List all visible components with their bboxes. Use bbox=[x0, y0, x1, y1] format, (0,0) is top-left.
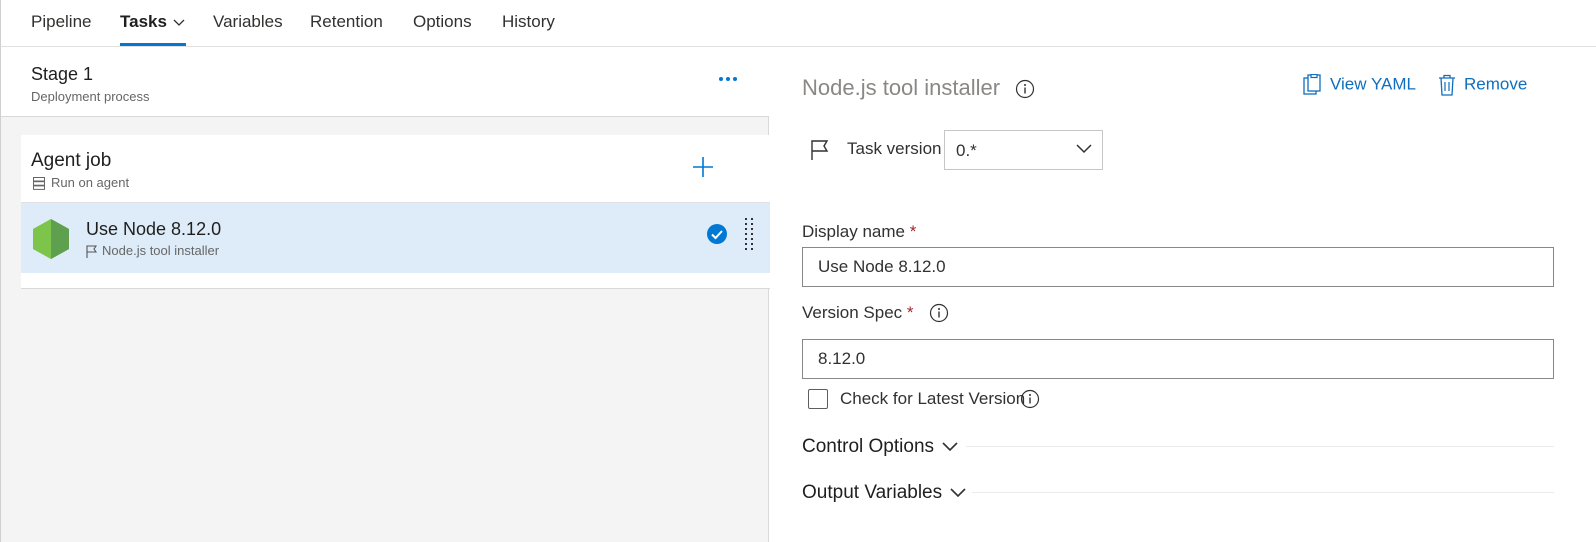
version-spec-input[interactable]: 8.12.0 bbox=[802, 339, 1554, 379]
stage-title: Stage 1 bbox=[31, 64, 94, 84]
section-divider bbox=[966, 446, 1554, 447]
info-icon[interactable] bbox=[1015, 79, 1035, 104]
task-item-use-node[interactable]: Use Node 8.12.0 Node.js tool installer bbox=[21, 203, 770, 273]
tab-history[interactable]: History bbox=[502, 12, 555, 32]
tab-options[interactable]: Options bbox=[413, 12, 472, 32]
check-circle-icon bbox=[706, 223, 728, 250]
stage-header[interactable]: Stage 1 Deployment process bbox=[1, 47, 769, 117]
agent-job-subtitle-text: Run on agent bbox=[51, 175, 130, 190]
tab-variables[interactable]: Variables bbox=[213, 12, 283, 32]
chevron-down-icon bbox=[173, 19, 185, 26]
chevron-down-icon bbox=[950, 488, 966, 498]
view-yaml-button[interactable]: View YAML bbox=[1302, 73, 1416, 96]
view-yaml-label: View YAML bbox=[1330, 74, 1416, 94]
task-detail-panel: Node.js tool installer View YAML Remove … bbox=[770, 47, 1596, 542]
info-icon[interactable] bbox=[929, 303, 949, 328]
detail-title: Node.js tool installer bbox=[802, 75, 1001, 100]
check-latest-checkbox[interactable] bbox=[808, 389, 828, 409]
agent-job-subtitle: Run on agent bbox=[33, 175, 129, 190]
task-version-label: Task version bbox=[847, 139, 942, 158]
agent-job-title: Agent job bbox=[31, 150, 112, 171]
task-version-select[interactable]: 0.* bbox=[944, 130, 1103, 170]
output-variables-section[interactable]: Output Variables bbox=[802, 482, 966, 504]
remove-label: Remove bbox=[1464, 74, 1528, 94]
check-latest-label[interactable]: Check for Latest Version bbox=[840, 389, 1025, 409]
task-subtitle-text: Node.js tool installer bbox=[102, 243, 220, 258]
nodejs-logo-icon bbox=[31, 218, 71, 265]
task-list-footer bbox=[21, 273, 770, 289]
display-name-label-text: Display name bbox=[802, 222, 905, 241]
trash-icon bbox=[1439, 74, 1455, 96]
flag-icon bbox=[86, 245, 97, 259]
tab-tasks[interactable]: Tasks bbox=[120, 12, 185, 32]
agent-job-card[interactable]: Agent job Run on agent bbox=[21, 135, 770, 203]
task-subtitle: Node.js tool installer bbox=[86, 243, 220, 259]
task-version-value: 0.* bbox=[956, 141, 977, 160]
version-spec-label: Version Spec * bbox=[802, 303, 914, 323]
drag-handle-icon[interactable] bbox=[743, 217, 755, 255]
tab-tasks-label: Tasks bbox=[120, 12, 167, 31]
clipboard-icon bbox=[1303, 73, 1321, 95]
flag-icon bbox=[810, 139, 830, 166]
active-tab-indicator bbox=[120, 43, 186, 46]
pipeline-panel: Stage 1 Deployment process Agent job Run… bbox=[0, 47, 770, 542]
tab-bar: Pipeline Tasks Variables Retention Optio… bbox=[0, 0, 1596, 47]
display-name-input[interactable]: Use Node 8.12.0 bbox=[802, 247, 1554, 287]
more-icon[interactable] bbox=[713, 69, 743, 89]
section-divider bbox=[972, 492, 1554, 493]
tab-retention[interactable]: Retention bbox=[310, 12, 383, 32]
chevron-down-icon bbox=[1076, 144, 1092, 154]
tab-pipeline[interactable]: Pipeline bbox=[31, 12, 92, 32]
required-mark: * bbox=[906, 303, 914, 322]
control-options-section[interactable]: Control Options bbox=[802, 436, 958, 458]
display-name-label: Display name * bbox=[802, 222, 916, 242]
remove-button[interactable]: Remove bbox=[1438, 74, 1527, 96]
control-options-label: Control Options bbox=[802, 436, 935, 457]
required-mark: * bbox=[909, 222, 917, 241]
plus-icon[interactable] bbox=[689, 153, 717, 181]
stage-subtitle: Deployment process bbox=[31, 89, 150, 104]
output-variables-label: Output Variables bbox=[802, 482, 943, 503]
chevron-down-icon bbox=[942, 442, 958, 452]
info-icon[interactable] bbox=[1020, 389, 1040, 414]
task-title: Use Node 8.12.0 bbox=[86, 219, 222, 239]
server-icon bbox=[33, 177, 45, 190]
version-spec-label-text: Version Spec bbox=[802, 303, 903, 322]
